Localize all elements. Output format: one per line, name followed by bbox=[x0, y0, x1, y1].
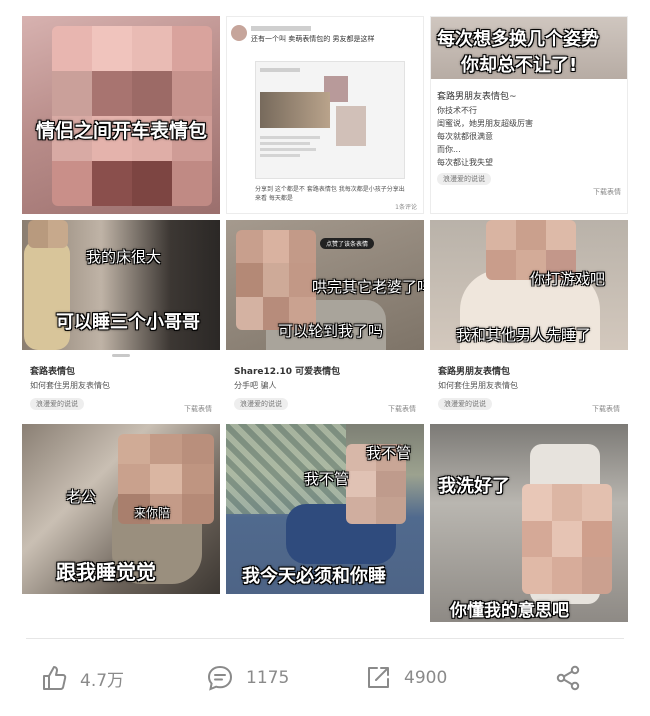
embedded-screenshot bbox=[255, 61, 405, 179]
meme-caption-1: 我不管 bbox=[366, 444, 412, 462]
comment-count: 1175 bbox=[246, 668, 290, 688]
divider bbox=[26, 638, 624, 639]
carousel-dots bbox=[112, 354, 130, 357]
meme-caption: 情侣之间开车表情包 bbox=[36, 120, 208, 142]
comment-bubble-icon bbox=[206, 664, 234, 692]
download-link[interactable]: 下载表情 bbox=[592, 404, 620, 414]
like-count: 4.7万 bbox=[80, 670, 125, 691]
card-meta: Share12.10 可爱表情包 分手吧 骗人 浪漫爱的说说 下载表情 bbox=[226, 360, 424, 418]
list-title: 套路男朋友表情包~ bbox=[437, 92, 517, 102]
list-item-3: 每次就都很满意 bbox=[437, 132, 493, 141]
meme-image-grid: 情侣之间开车表情包 还有一个叫 卖萌表情包的 男友都是这样 分享到 这个都是不 … bbox=[0, 0, 650, 640]
meme-tile-7[interactable]: 老公 来你陪 跟我睡觉觉 bbox=[22, 424, 220, 594]
meme-caption-1: 我的床很大 bbox=[86, 248, 162, 266]
pixelated-face bbox=[522, 484, 612, 594]
card-subtitle: 分手吧 骗人 bbox=[234, 381, 277, 390]
meme-caption-2: 可以睡三个小哥哥 bbox=[56, 312, 200, 333]
card-title: 套路男朋友表情包 bbox=[438, 367, 511, 377]
meme-caption-2: 你懂我的意思吧 bbox=[450, 601, 569, 621]
list-item-4: 而你... bbox=[437, 145, 461, 154]
meme-tile-3[interactable]: 每次想多换几个姿势 你却总不让了! 套路男朋友表情包~ 你技术不行 闺蜜说，她男… bbox=[430, 16, 628, 214]
download-link[interactable]: 下载表情 bbox=[184, 404, 212, 414]
meme-caption-1: 哄完其它老婆了吗 bbox=[312, 278, 424, 296]
pixelated-face bbox=[28, 220, 68, 248]
like-button[interactable]: 4.7万 bbox=[40, 664, 124, 692]
reaction-badge: 点赞了该条表情 bbox=[320, 238, 375, 249]
card-title: 套路表情包 bbox=[30, 367, 76, 377]
meme-caption-2: 来你陪 bbox=[134, 506, 171, 520]
repost-button[interactable]: 4900 bbox=[364, 664, 447, 692]
download-link[interactable]: 下载表情 bbox=[388, 404, 416, 414]
list-item-2: 闺蜜说，她男朋友超级厉害 bbox=[437, 119, 533, 128]
list-item-1: 你技术不行 bbox=[437, 106, 477, 115]
meme-caption-3: 跟我睡觉觉 bbox=[56, 560, 156, 584]
meme-tile-6[interactable]: 你打游戏吧 我和其他男人先睡了 套路男朋友表情包 如何套住男朋友表情包 浪漫爱的… bbox=[430, 220, 628, 418]
share-arrow-icon bbox=[364, 664, 392, 692]
banner-line-1: 每次想多换几个姿势 bbox=[437, 29, 599, 50]
comment-button[interactable]: 1175 bbox=[206, 664, 289, 692]
meme-tile-2[interactable]: 还有一个叫 卖萌表情包的 男友都是这样 分享到 这个都是不 套路表情包 我每次都… bbox=[226, 16, 424, 214]
share-count: 4900 bbox=[404, 668, 448, 688]
meme-tile-4[interactable]: 我的床很大 可以睡三个小哥哥 套路表情包 如何套住男朋友表情包 浪漫爱的说说 下… bbox=[22, 220, 220, 418]
reply-count: 1条评论 bbox=[395, 204, 417, 211]
meme-tile-9[interactable]: 我洗好了 你懂我的意思吧 bbox=[430, 424, 628, 622]
card-subtitle: 如何套住男朋友表情包 bbox=[30, 381, 110, 390]
card-title: Share12.10 可爱表情包 bbox=[234, 367, 341, 377]
thumbs-up-icon bbox=[40, 664, 68, 692]
meme-caption-1: 你打游戏吧 bbox=[530, 270, 606, 288]
meme-tile-8[interactable]: 我不管 我不管 我今天必须和你睡 bbox=[226, 424, 424, 594]
meme-caption-2: 我不管 bbox=[304, 470, 350, 488]
username-placeholder bbox=[251, 26, 311, 31]
card-chip[interactable]: 浪漫爱的说说 bbox=[438, 398, 492, 410]
meme-caption-3: 我今天必须和你睡 bbox=[242, 566, 386, 587]
download-link[interactable]: 下载表情 bbox=[593, 187, 621, 197]
pixelated-face bbox=[236, 230, 316, 330]
meme-tile-5[interactable]: 点赞了该条表情 哄完其它老婆了吗 可以轮到我了吗 Share12.10 可爱表情… bbox=[226, 220, 424, 418]
post-text: 还有一个叫 卖萌表情包的 男友都是这样 bbox=[251, 35, 375, 43]
reply-text: 分享到 这个都是不 套路表情包 我每次都是小孩子分享出来看 每天都是 bbox=[255, 186, 405, 202]
card-subtitle: 如何套住男朋友表情包 bbox=[438, 381, 518, 390]
card-meta: 套路表情包 如何套住男朋友表情包 浪漫爱的说说 下载表情 bbox=[22, 360, 220, 418]
meme-tile-1[interactable]: 情侣之间开车表情包 bbox=[22, 16, 220, 214]
meme-caption-2: 可以轮到我了吗 bbox=[278, 322, 384, 340]
card-chip[interactable]: 浪漫爱的说说 bbox=[234, 398, 288, 410]
list-item-5: 每次都让我失望 bbox=[437, 158, 493, 167]
action-bar: 4.7万 1175 4900 bbox=[0, 652, 650, 708]
share-button[interactable] bbox=[554, 664, 582, 692]
card-meta: 套路男朋友表情包 如何套住男朋友表情包 浪漫爱的说说 下载表情 bbox=[430, 360, 628, 418]
meme-caption-1: 我洗好了 bbox=[438, 476, 510, 497]
meme-caption-2: 我和其他男人先睡了 bbox=[456, 326, 592, 344]
share-nodes-icon bbox=[554, 664, 582, 692]
footer-chip: 浪漫爱的说说 bbox=[437, 173, 491, 185]
banner: 每次想多换几个姿势 你却总不让了! bbox=[431, 17, 627, 79]
banner-line-2: 你却总不让了! bbox=[461, 55, 578, 76]
meme-caption-1: 老公 bbox=[66, 488, 97, 506]
avatar bbox=[231, 25, 247, 41]
card-chip[interactable]: 浪漫爱的说说 bbox=[30, 398, 84, 410]
